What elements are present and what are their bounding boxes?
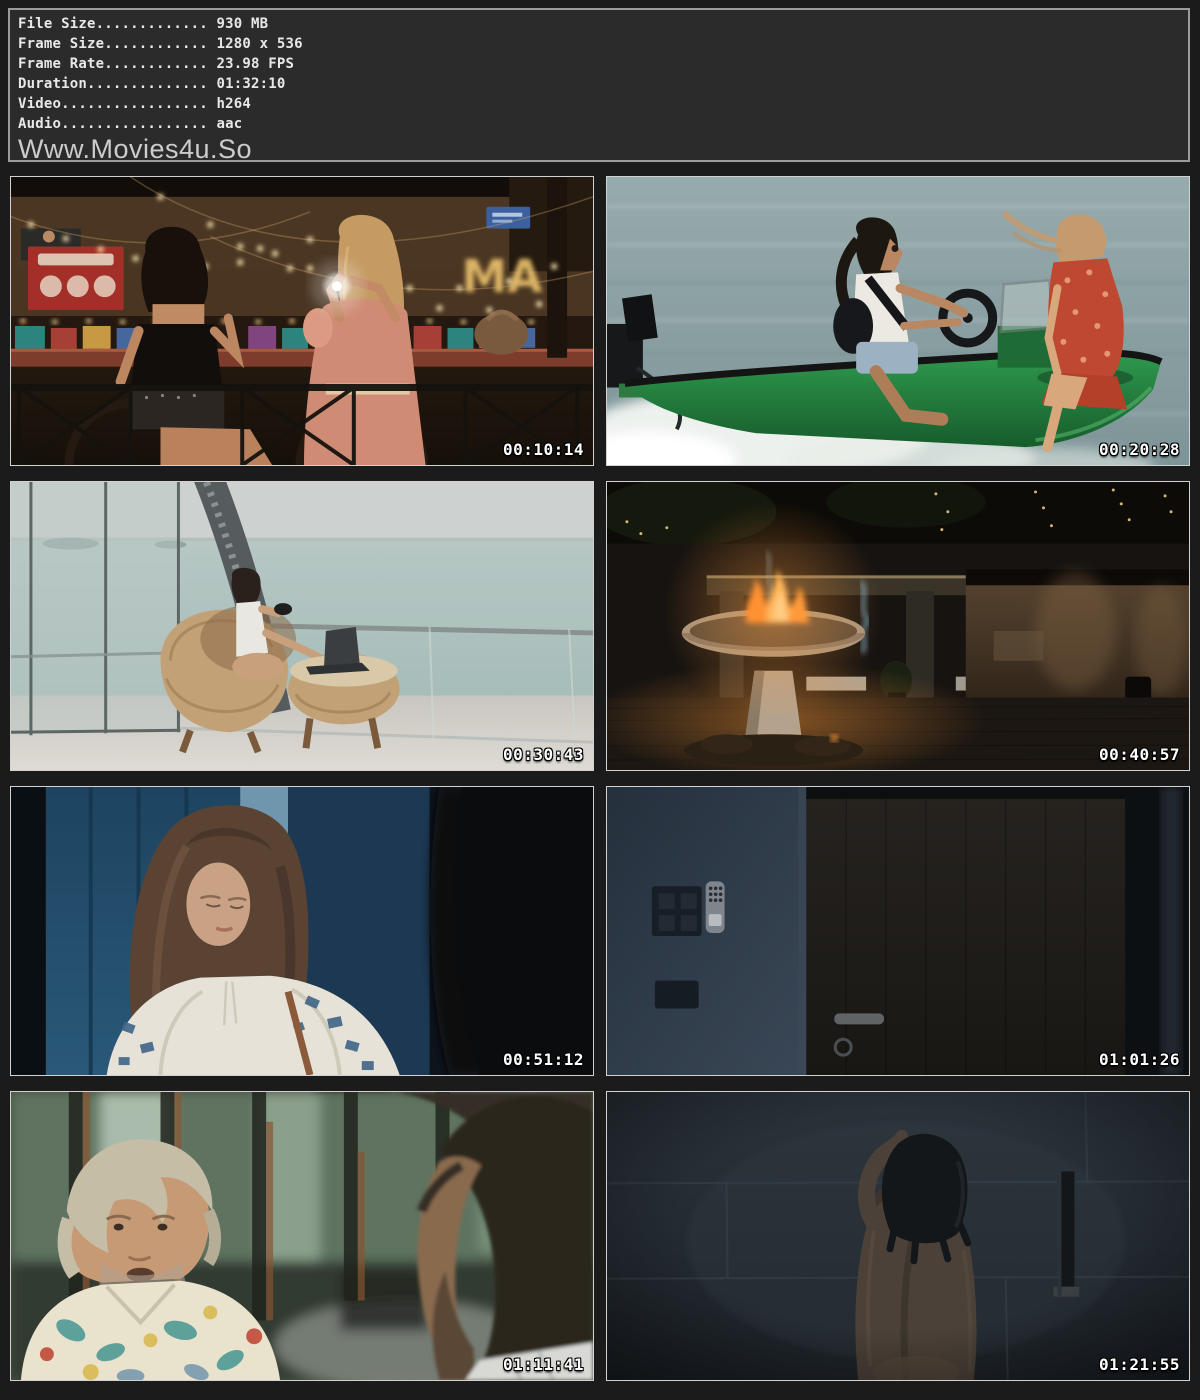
scene-blue-room-woman bbox=[11, 787, 593, 1075]
timestamp-overlay: 00:30:43 bbox=[503, 746, 584, 764]
scene-green-boat bbox=[607, 177, 1189, 465]
scene-balcony-laptop bbox=[11, 482, 593, 770]
screenshot-thumb-2: 00:20:28 bbox=[606, 176, 1190, 466]
screenshot-grid: MA bbox=[10, 176, 1190, 1381]
scene-night-market: MA bbox=[11, 177, 593, 465]
media-info-line-duration: Duration.............. 01:32:10 bbox=[18, 74, 1180, 94]
timestamp-overlay: 01:11:41 bbox=[503, 1356, 584, 1374]
scene-courtyard-firebowl bbox=[607, 482, 1189, 770]
media-info-line-framerate: Frame Rate............ 23.98 FPS bbox=[18, 54, 1180, 74]
scene-two-men-talking bbox=[11, 1092, 593, 1380]
scene-dark-door bbox=[607, 787, 1189, 1075]
screenshot-thumb-3: 00:30:43 bbox=[10, 481, 594, 771]
timestamp-overlay: 00:40:57 bbox=[1099, 746, 1180, 764]
media-info-line-filesize: File Size............. 930 MB bbox=[18, 14, 1180, 34]
media-info-line-framesize: Frame Size............ 1280 x 536 bbox=[18, 34, 1180, 54]
screenshot-thumb-1: MA bbox=[10, 176, 594, 466]
market-neon-sign-text: MA bbox=[461, 250, 543, 303]
timestamp-overlay: 01:01:26 bbox=[1099, 1051, 1180, 1069]
screenshot-thumb-6: 01:01:26 bbox=[606, 786, 1190, 1076]
media-info-line-audio: Audio................. aac bbox=[18, 114, 1180, 134]
timestamp-overlay: 01:21:55 bbox=[1099, 1356, 1180, 1374]
screenshot-thumb-7: 01:11:41 bbox=[10, 1091, 594, 1381]
screenshot-thumb-5: 00:51:12 bbox=[10, 786, 594, 1076]
media-info-panel: File Size............. 930 MB Frame Size… bbox=[8, 8, 1190, 162]
timestamp-overlay: 00:20:28 bbox=[1099, 441, 1180, 459]
screenshot-thumb-4: 00:40:57 bbox=[606, 481, 1190, 771]
media-info-line-video: Video................. h264 bbox=[18, 94, 1180, 114]
screenshot-thumb-8: 01:21:55 bbox=[606, 1091, 1190, 1381]
timestamp-overlay: 00:51:12 bbox=[503, 1051, 584, 1069]
screenshot-sheet: File Size............. 930 MB Frame Size… bbox=[0, 0, 1200, 1400]
scene-dark-shower bbox=[607, 1092, 1189, 1380]
timestamp-overlay: 00:10:14 bbox=[503, 441, 584, 459]
site-watermark: Www.Movies4u.So bbox=[18, 135, 1180, 163]
